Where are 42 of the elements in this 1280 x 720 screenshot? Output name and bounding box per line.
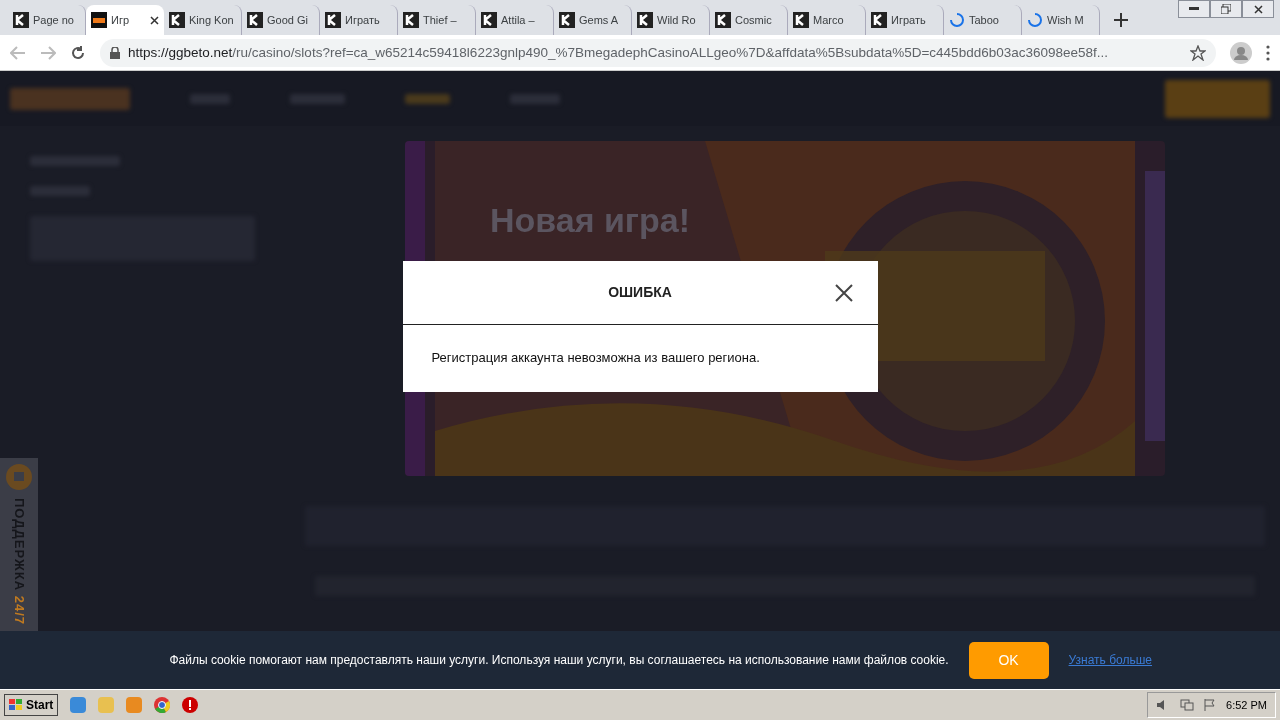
close-icon — [1253, 4, 1263, 14]
dialog-message: Регистрация аккаунта невозможна из вашего региона. — [430, 348, 761, 367]
gg-logo-icon — [91, 12, 107, 28]
star-icon[interactable] — [1190, 44, 1206, 61]
address-bar[interactable]: https://ggbeto.net/ru/casino/slots?ref=ca_w65214c59418l6223gnlp490_%7BmegadephCasinoALLgeo%7D&affdata%5Bsubdata%5D=c445bdd6b03ac36098ee58f... — [100, 38, 1216, 67]
k-logo-icon — [13, 12, 29, 28]
start-button[interactable]: Start — [4, 694, 59, 716]
flag-icon[interactable] — [1204, 699, 1217, 711]
menu-icon[interactable] — [1266, 44, 1270, 61]
stop-icon[interactable] — [182, 697, 199, 713]
k-logo-icon — [793, 12, 809, 28]
profile-avatar-icon[interactable] — [1230, 41, 1252, 64]
banner-title: Новая игра! — [490, 201, 691, 240]
k-logo-icon — [715, 12, 731, 28]
k-logo-icon — [325, 12, 341, 28]
network-icon[interactable] — [1180, 699, 1195, 711]
chat-icon — [6, 464, 32, 490]
k-logo-icon — [247, 12, 263, 28]
loading-spinner-icon — [1027, 12, 1043, 28]
close-button[interactable] — [1242, 0, 1274, 18]
browser-tab[interactable]: Игр — [86, 5, 164, 35]
k-logo-icon — [403, 12, 419, 28]
k-logo-icon — [559, 12, 575, 28]
learn-more-link[interactable]: Узнать больше — [1068, 653, 1152, 667]
close-icon[interactable] — [150, 15, 159, 25]
k-logo-icon — [871, 12, 887, 28]
chrome-icon[interactable] — [154, 697, 171, 713]
k-logo-icon — [481, 12, 497, 28]
close-icon[interactable] — [834, 283, 853, 302]
reload-icon[interactable] — [70, 44, 86, 61]
cookie-text: Файлы cookie помогают нам предоставлять наши услуги. Используя наши услуги, вы соглашаетесь на использование нами файлов cookie. — [169, 653, 949, 667]
new-tab-icon[interactable] — [1114, 13, 1128, 27]
clock: 6:52 PM — [1226, 699, 1267, 711]
dialog-title: ОШИБКА — [608, 284, 672, 300]
restore-icon — [1221, 4, 1231, 14]
windows-logo-icon — [9, 699, 23, 711]
minimize-button[interactable] — [1178, 0, 1210, 18]
lock-icon — [110, 46, 120, 59]
k-logo-icon — [637, 12, 653, 28]
loading-spinner-icon — [949, 12, 965, 28]
minimize-icon — [1189, 7, 1199, 11]
k-logo-icon — [169, 12, 185, 28]
